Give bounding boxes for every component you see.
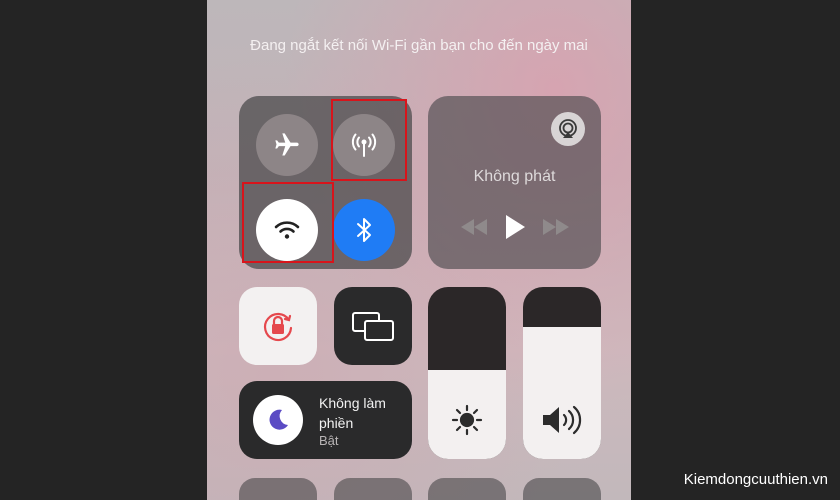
hidden-control-tile[interactable] <box>239 478 317 500</box>
orientation-lock-button[interactable] <box>239 287 317 365</box>
speaker-icon <box>543 405 582 435</box>
site-watermark: Kiemdongcuuthien.vn <box>683 471 828 488</box>
orientation-lock-icon <box>263 312 293 342</box>
play-icon[interactable] <box>504 214 526 240</box>
brightness-slider[interactable] <box>428 287 506 459</box>
airplane-icon <box>275 133 299 156</box>
playback-controls <box>428 214 601 240</box>
focus-label: Không làm phiền <box>319 395 386 431</box>
bluetooth-toggle[interactable] <box>333 199 395 261</box>
wifi-highlight-box <box>242 182 334 263</box>
now-playing-title: Không phát <box>473 168 556 185</box>
hidden-control-tile[interactable] <box>334 478 412 500</box>
volume-fill <box>523 326 601 459</box>
sun-icon <box>451 404 483 436</box>
hidden-control-tile[interactable] <box>523 478 601 500</box>
do-not-disturb-tile[interactable]: Không làm phiền Bật <box>239 381 412 459</box>
airplay-button[interactable] <box>551 112 585 146</box>
airplay-icon <box>559 119 577 138</box>
airplane-mode-toggle[interactable] <box>256 114 318 176</box>
cellular-highlight-box <box>331 99 407 181</box>
moon-icon <box>269 409 288 430</box>
now-playing-module[interactable]: Không phát <box>428 96 601 269</box>
bluetooth-icon <box>357 218 371 242</box>
control-center: Đang ngắt kết nối Wi-Fi gần bạn cho đến … <box>207 0 631 500</box>
volume-slider[interactable] <box>523 287 601 459</box>
focus-status: Bật <box>319 433 339 448</box>
focus-button[interactable] <box>253 395 303 445</box>
screen-mirroring-button[interactable] <box>334 287 412 365</box>
hidden-control-tile[interactable] <box>428 478 506 500</box>
wifi-disconnect-banner: Đang ngắt kết nối Wi-Fi gần bạn cho đến … <box>250 37 588 54</box>
fast-forward-icon[interactable] <box>542 218 570 236</box>
rewind-icon[interactable] <box>460 218 488 236</box>
screen-mirroring-icon <box>352 312 394 341</box>
